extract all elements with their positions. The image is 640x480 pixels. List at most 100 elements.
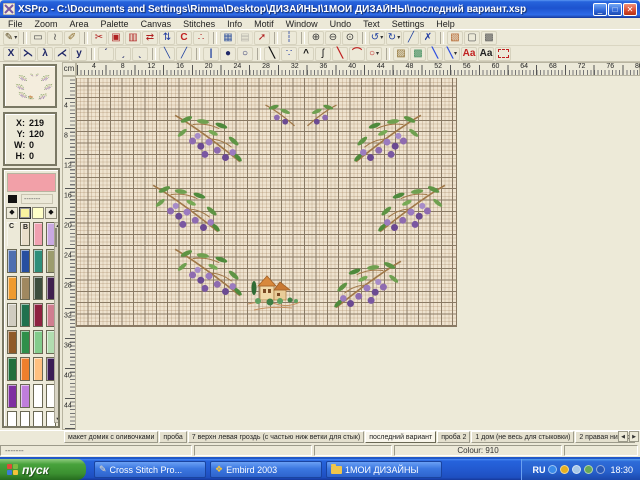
close-button[interactable]: ✕ [623, 3, 637, 16]
palette-swatch[interactable] [7, 384, 17, 408]
view-screen-button[interactable]: ▦ [220, 31, 236, 45]
half-stitch-button[interactable]: λ [37, 47, 53, 61]
palette-header-swatch[interactable]: B [20, 222, 30, 246]
mirror-horizontal-button[interactable]: ⇄ [142, 31, 158, 45]
menu-motif[interactable]: Motif [248, 19, 280, 29]
circle-stitch-button[interactable]: ○▾ [366, 47, 382, 61]
lazy-daisy-stitch-button[interactable]: ^ [298, 47, 314, 61]
menu-palette[interactable]: Palette [95, 19, 135, 29]
motif-manager-button[interactable]: ▨ [393, 47, 409, 61]
tray-gold-icon[interactable] [560, 465, 569, 474]
maximize-button[interactable]: □ [608, 3, 622, 16]
palette-swatch[interactable] [33, 384, 43, 408]
quarter-stitch-3-button[interactable]: ˎ [132, 47, 148, 61]
curve-stitch-button[interactable]: ⌒ [349, 47, 365, 61]
three-quarter-stitch-left-button[interactable]: ⋋ [20, 47, 36, 61]
tab-scroll-left-button[interactable]: ◀ [618, 431, 628, 442]
palette-swatch[interactable] [7, 303, 17, 327]
pattern-tab[interactable]: 7 верхн левая гроздь (с частью ниж ветки… [188, 431, 364, 443]
palette-scrollbar[interactable]: ▲ ▼ [54, 222, 60, 423]
tray-antivirus-icon[interactable] [584, 465, 593, 474]
menu-settings[interactable]: Settings [386, 19, 431, 29]
tray-language-bar-icon[interactable] [548, 465, 557, 474]
palette-swatch[interactable] [33, 411, 43, 428]
backstitch-left-button[interactable]: ╲ [159, 47, 175, 61]
menu-canvas[interactable]: Canvas [135, 19, 178, 29]
fly-stitch-button[interactable]: ʃ [315, 47, 331, 61]
long-backstitch-options-dropdown-icon[interactable]: ▾ [454, 50, 457, 57]
palette-header-swatch[interactable]: C [7, 222, 17, 246]
start-button[interactable]: пуск [0, 459, 86, 480]
couching-stitch-button[interactable]: ∵ [281, 47, 297, 61]
quarter-stitch-2-button[interactable]: ˏ [115, 47, 131, 61]
palette-swatch[interactable] [20, 276, 30, 300]
menu-undo[interactable]: Undo [324, 19, 358, 29]
pattern-tab[interactable]: проба [159, 431, 186, 443]
three-quarter-stitch-right-button[interactable]: ⋌ [54, 47, 70, 61]
bead-button[interactable]: ○ [237, 47, 253, 61]
menu-window[interactable]: Window [280, 19, 324, 29]
backstitch-right-button[interactable]: ╱ [176, 47, 192, 61]
pattern-tab[interactable]: 1 дом (не весь для стыковки) [471, 431, 574, 443]
palette-next-button[interactable]: ◆ [45, 207, 57, 219]
french-knot-button[interactable]: ● [220, 47, 236, 61]
zoom-out-button[interactable]: ⊖ [325, 31, 341, 45]
tab-scroll-right-button[interactable]: ▶ [629, 431, 639, 442]
minimize-button[interactable]: _ [593, 3, 607, 16]
copy-button[interactable]: ▣ [108, 31, 124, 45]
palette-swatch[interactable] [33, 276, 43, 300]
pattern-tab[interactable]: макет домик с оливочками [64, 431, 158, 443]
palette-swatch[interactable] [33, 249, 43, 273]
long-backstitch-button[interactable]: ╲ [427, 47, 443, 61]
motif-picture-button[interactable]: ▩ [410, 47, 426, 61]
undo-button[interactable]: ↺▾ [369, 31, 385, 45]
undo-dropdown-icon[interactable]: ▾ [380, 34, 383, 41]
special-stitch-button[interactable]: ╲ [264, 47, 280, 61]
circle-stitch-dropdown-icon[interactable]: ▾ [376, 50, 379, 57]
palette-swatch[interactable] [7, 330, 17, 354]
menu-help[interactable]: Help [430, 19, 461, 29]
edit-stitch-button[interactable]: ✐ [64, 31, 80, 45]
palette-swatch[interactable] [7, 411, 17, 428]
menu-area[interactable]: Area [64, 19, 95, 29]
taskbar-button-1[interactable]: ✎Cross Stitch Pro... [94, 461, 206, 478]
tray-network-icon[interactable] [596, 465, 605, 474]
taskbar-button-3[interactable]: 1МОИ ДИЗАЙНЫ [326, 461, 442, 478]
pattern-tab[interactable]: проба 2 [437, 431, 470, 443]
pencil-tool-button[interactable]: ✎▾ [3, 31, 19, 45]
pointer-button[interactable]: ➚ [254, 31, 270, 45]
print-button[interactable]: ▤ [237, 31, 253, 45]
quarter-stitch-1-button[interactable]: ˊ [98, 47, 114, 61]
menu-text[interactable]: Text [357, 19, 386, 29]
paste-button[interactable]: ▥ [125, 31, 141, 45]
zoom-in-button[interactable]: ⊕ [308, 31, 324, 45]
long-stitch-red-button[interactable]: ╲ [332, 47, 348, 61]
pen-button[interactable]: ╱ [403, 31, 419, 45]
palette-swatch[interactable] [20, 411, 30, 428]
page-copy-button[interactable]: ▩ [481, 31, 497, 45]
petite-stitch-button[interactable]: y [71, 47, 87, 61]
palette-scroll-down-icon[interactable]: ▼ [55, 416, 60, 422]
full-cross-stitch-button[interactable]: X [3, 47, 19, 61]
scatter-dots-button[interactable]: ∴ [193, 31, 209, 45]
import-image-button[interactable]: ▧ [447, 31, 463, 45]
delete-stitch-button[interactable]: ✗ [420, 31, 436, 45]
pattern-tab-active[interactable]: последний вариант [365, 431, 436, 443]
redo-button[interactable]: ↻▾ [386, 31, 402, 45]
pattern-preview[interactable] [3, 64, 57, 108]
menu-zoom[interactable]: Zoom [29, 19, 64, 29]
palette-swatch[interactable] [33, 357, 43, 381]
new-page-button[interactable]: ▢ [464, 31, 480, 45]
text-tool-button[interactable]: Aa [478, 47, 494, 61]
language-indicator[interactable]: RU [532, 465, 545, 475]
palette-swatch[interactable] [7, 249, 17, 273]
palette-swatch[interactable] [7, 276, 17, 300]
rotate-button[interactable]: C [176, 31, 192, 45]
straight-stitch-button[interactable]: | [203, 47, 219, 61]
redo-dropdown-icon[interactable]: ▾ [397, 34, 400, 41]
palette-swatch[interactable] [20, 249, 30, 273]
fabric-grid[interactable] [76, 78, 457, 327]
mirror-vertical-button[interactable]: ⇅ [159, 31, 175, 45]
palette-swatch[interactable] [20, 384, 30, 408]
palette-alt-swatch[interactable] [32, 207, 44, 219]
